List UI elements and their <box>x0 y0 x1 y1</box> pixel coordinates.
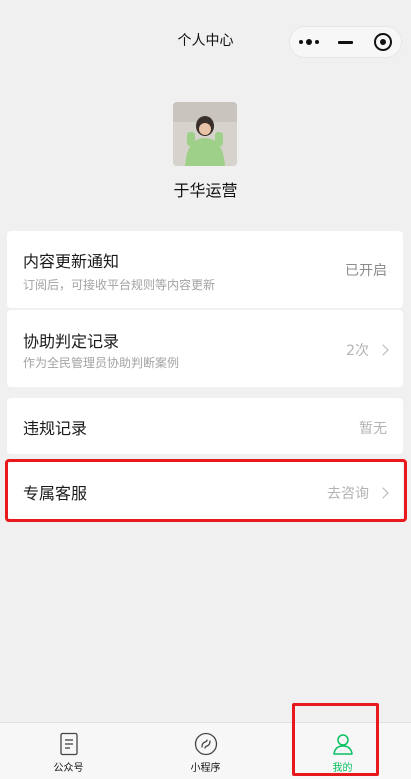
user-icon <box>332 734 353 755</box>
tab-label: 我的 <box>332 763 353 774</box>
assist-judgment-record-item[interactable]: 协助判定记录 作为全民管理员协助判断案例 2次 <box>7 310 403 387</box>
more-button[interactable] <box>290 27 327 57</box>
mini-program-capsule <box>289 26 402 58</box>
tab-bar: 公众号 小程序 我的 <box>0 722 411 779</box>
item-title: 协助判定记录 <box>23 332 120 351</box>
tab-label: 公众号 <box>53 763 84 774</box>
item-title: 内容更新通知 <box>23 252 120 271</box>
chevron-right-icon <box>377 487 389 499</box>
content-update-notice-item[interactable]: 内容更新通知 订阅后，可接收平台规则等内容更新 已开启 <box>7 231 403 308</box>
item-subtitle: 订阅后，可接收平台规则等内容更新 <box>23 278 216 292</box>
item-status: 已开启 <box>345 263 387 279</box>
avatar <box>173 102 237 166</box>
user-name: 于华运营 <box>173 181 238 200</box>
minimize-button[interactable] <box>327 27 364 57</box>
exclusive-customer-service-item[interactable]: 专属客服 去咨询 <box>7 462 403 519</box>
item-subtitle: 作为全民管理员协助判断案例 <box>23 356 180 370</box>
item-title: 违规记录 <box>23 419 88 438</box>
minus-icon <box>338 40 353 44</box>
close-button[interactable] <box>364 27 401 57</box>
item-status: 去咨询 <box>327 483 389 503</box>
more-dots-icon <box>298 39 319 45</box>
violation-record-item[interactable]: 违规记录 暂无 <box>7 398 403 454</box>
tab-label: 小程序 <box>190 763 221 774</box>
tab-mini-program[interactable]: 小程序 <box>137 723 274 779</box>
item-status: 2次 <box>346 340 389 360</box>
chevron-right-icon <box>377 344 389 356</box>
document-icon <box>59 732 78 756</box>
item-title: 专属客服 <box>23 484 88 503</box>
item-status-text: 2次 <box>346 343 369 359</box>
item-status-text: 去咨询 <box>327 486 369 502</box>
tab-mine[interactable]: 我的 <box>274 723 411 779</box>
item-status: 暂无 <box>359 421 387 437</box>
target-icon <box>373 33 392 51</box>
miniprogram-icon <box>194 732 217 756</box>
tab-official-account[interactable]: 公众号 <box>0 723 137 779</box>
